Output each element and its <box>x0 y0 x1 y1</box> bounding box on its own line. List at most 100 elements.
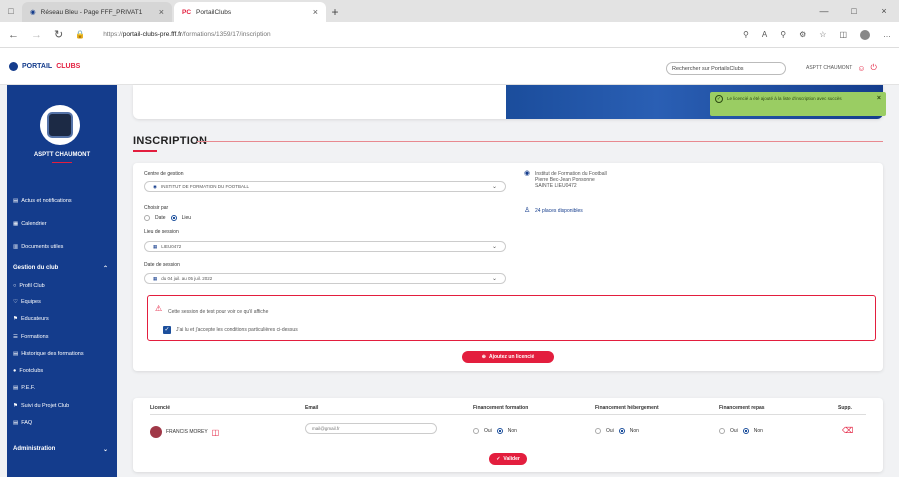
sidebar-item-formations[interactable]: ☰ Formations <box>13 334 48 340</box>
club-name: ASPTT CHAUMONT <box>33 152 91 158</box>
forward-icon[interactable]: → <box>31 29 42 41</box>
radio-non[interactable] <box>496 428 503 434</box>
date-select[interactable]: ▦ du 04 juil. au 05 juil. 2022 ⌄ <box>144 273 506 284</box>
radio-oui[interactable] <box>719 428 725 434</box>
col-header-financement-hebergement: Financement hébergement <box>595 405 659 411</box>
logo-text: PORTAIL <box>22 62 53 70</box>
sidebar-item-faq[interactable]: ▤ FAQ <box>13 420 32 426</box>
centre-address: ◉ Institut de Formation du Football Pier… <box>524 170 607 189</box>
text-size-icon[interactable]: A <box>762 30 767 39</box>
sidebar-item-label: Gestion du club <box>13 265 59 271</box>
url-host: portail-clubs-pre.fff.fr <box>122 31 183 38</box>
lieu-select[interactable]: ▦ LIEU0472 ⌄ <box>144 241 506 252</box>
financement-repas-radio-group: Oui Non <box>719 428 763 434</box>
tab-favicon-icon: ◉ <box>30 9 36 16</box>
refresh-icon[interactable]: ↻ <box>54 28 63 41</box>
lock-icon[interactable]: 🔒 <box>75 30 85 39</box>
back-icon[interactable]: ← <box>8 29 19 41</box>
close-icon[interactable]: × <box>159 7 164 17</box>
sidebar-item-label: Historique des formations <box>21 351 84 357</box>
collections-icon[interactable]: ◫ <box>839 30 847 39</box>
title-underline <box>133 150 157 152</box>
training-icon: ☰ <box>13 334 18 340</box>
radio-date[interactable] <box>144 215 150 221</box>
validate-button[interactable]: ✓ Valider <box>489 453 527 465</box>
sidebar-item-profil-club[interactable]: ○ Profil Club <box>13 283 45 289</box>
portail-clubs-logo[interactable]: PORTAIL CLUBS <box>9 61 80 71</box>
radio-oui-label: Oui <box>730 428 738 434</box>
news-icon: ▤ <box>13 198 19 204</box>
url-prefix: https:// <box>103 31 123 38</box>
close-window-icon[interactable]: × <box>869 0 899 22</box>
sidebar-item-label: Equipes <box>20 299 41 305</box>
email-field[interactable]: mail@gmail.fr <box>305 423 437 434</box>
sidebar-item-historique[interactable]: ▤ Historique des formations <box>13 351 84 357</box>
extensions-icon[interactable]: ⚙ <box>799 30 806 39</box>
url-field[interactable]: https://portail-clubs-pre.fff.fr/formati… <box>103 31 270 38</box>
address-line: SAINTE LIEU0472 <box>535 183 577 189</box>
radio-non[interactable] <box>618 428 625 434</box>
sidebar-group-administration[interactable]: Administration ⌄ <box>13 446 117 453</box>
trash-icon[interactable]: ⌫ <box>842 426 853 435</box>
site-search-input[interactable]: Rechercher sur PortailsClubs <box>666 62 786 75</box>
location-icon: ◉ <box>153 183 157 189</box>
add-licencie-label: Ajoutez un licencié <box>488 354 535 360</box>
main-content: INSCRIPTION Centre de gestion ◉ INSTITUT… <box>117 85 899 477</box>
browser-tab-reseau-bleu[interactable]: ◉ Réseau Bleu - Page FFF_PRIVAT1 × <box>22 2 172 22</box>
licencie-card-icon[interactable]: ◫ <box>212 428 220 437</box>
sidebar-item-footclubs[interactable]: ● Footclubs <box>13 368 43 374</box>
maximize-icon[interactable]: □ <box>839 0 869 22</box>
favorites-icon[interactable]: ☆ <box>819 30 826 39</box>
sidebar-item-equipes[interactable]: ♡ Equipes <box>13 299 41 305</box>
footclubs-icon: ● <box>13 368 17 374</box>
logout-icon[interactable]: ⏻ <box>870 63 876 73</box>
accept-conditions-checkbox[interactable]: ✓ <box>163 326 171 334</box>
sidebar-item-pef[interactable]: ▤ P.E.F. <box>13 385 35 391</box>
browser-tab-portailclubs[interactable]: PC PortailClubs × <box>174 2 326 22</box>
radio-non-label: Non <box>629 428 639 434</box>
sidebar-item-calendrier[interactable]: ▦ Calendrier <box>13 221 47 227</box>
sidebar-group-gestion[interactable]: Gestion du club ⌃ <box>13 265 117 272</box>
read-aloud-icon[interactable]: ⚲ <box>743 30 749 39</box>
minimize-icon[interactable]: — <box>809 0 839 22</box>
accept-conditions-label: J'ai lu et j'accepte les conditions part… <box>176 327 298 333</box>
choose-by-radio-group: Date Lieu <box>144 215 191 221</box>
radio-oui[interactable] <box>595 428 601 434</box>
delete-row-cell: ⌫ <box>842 426 853 435</box>
sidebar-item-label: Formations <box>20 334 49 340</box>
radio-lieu[interactable] <box>170 215 177 221</box>
close-icon[interactable]: × <box>877 95 881 102</box>
sidebar-item-label: Actus et notifications <box>21 198 72 204</box>
chevron-down-icon: ⌄ <box>491 276 497 282</box>
more-icon[interactable]: … <box>883 30 891 39</box>
zoom-icon[interactable]: ⚲ <box>780 30 786 39</box>
close-icon[interactable]: × <box>313 7 318 17</box>
avatar <box>150 426 162 438</box>
calendar-icon: ▦ <box>153 243 158 249</box>
team-icon: ♡ <box>13 299 18 305</box>
radio-oui[interactable] <box>473 428 479 434</box>
faq-icon: ▤ <box>13 420 19 426</box>
tab-actions-icon[interactable]: □ <box>0 0 22 22</box>
sidebar-item-actus[interactable]: ▤ Actus et notifications <box>13 198 72 204</box>
profile-icon[interactable] <box>860 29 870 40</box>
radio-non[interactable] <box>742 428 749 434</box>
sidebar-item-projet-club[interactable]: ⚑ Suivi du Projet Club <box>13 403 69 409</box>
centre-select[interactable]: ◉ INSTITUT DE FORMATION DU FOOTBALL ⌄ <box>144 181 506 192</box>
new-tab-button[interactable]: + <box>326 2 344 22</box>
col-header-licencie: Licencié <box>150 405 171 411</box>
inscription-form-card: Centre de gestion ◉ INSTITUT DE FORMATIO… <box>133 163 883 371</box>
user-icon[interactable]: ☺ <box>857 64 865 73</box>
location-pin-icon: ◉ <box>524 170 531 177</box>
account-menu[interactable]: ASPTT CHAUMONT ☺ ⏻ <box>806 63 877 73</box>
profile-icon: ○ <box>13 283 17 289</box>
sidebar-item-documents[interactable]: ▥ Documents utiles <box>13 244 63 250</box>
add-licencie-button[interactable]: ⊕ Ajoutez un licencié <box>462 351 554 363</box>
site-header: PORTAIL CLUBS Rechercher sur PortailsClu… <box>0 48 899 85</box>
sidebar-item-label: P.E.F. <box>21 385 36 391</box>
radio-lieu-label: Lieu <box>181 215 192 221</box>
pef-icon: ▤ <box>13 385 19 391</box>
toast-message: Le licencié a été ajouté à la liste d'in… <box>727 96 842 101</box>
add-circle-icon: ⊕ <box>481 354 486 360</box>
sidebar-item-educateurs[interactable]: ⚑ Educateurs <box>13 316 49 322</box>
